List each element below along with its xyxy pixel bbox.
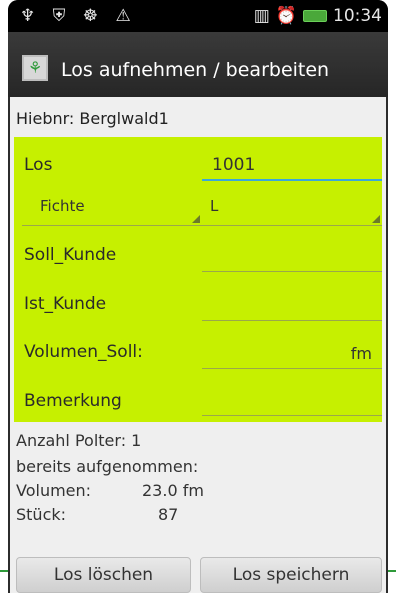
volumen-soll-input[interactable]: fm [202,338,382,369]
species-value: Fichte [40,197,85,215]
stueck-label: Stück: [16,505,67,524]
bereits-aufgenommen: bereits aufgenommen: [16,457,199,476]
main-content: Hiebnr: Berglwald1 Los 1001 Fichte L Sol… [10,97,386,593]
battery-icon [303,10,327,22]
status-right: ▥ ⏰ 10:34 [254,6,382,26]
form-panel: Los 1001 Fichte L Soll_Kunde Ist_Kunde V… [14,137,382,422]
volumen-label: Volumen: [16,481,92,500]
los-value: 1001 [212,155,256,175]
phone-frame: ♆ ⛨ ☸ ⚠ ▥ ⏰ 10:34 ⚘ Los aufnehmen / bear… [8,0,388,593]
los-row: Los 1001 [14,141,382,189]
hiebnr-label: Hiebnr: Berglwald1 [16,109,169,128]
los-input[interactable]: 1001 [202,149,382,181]
soll-kunde-input[interactable] [202,241,382,272]
ist-kunde-row: Ist_Kunde [14,282,382,330]
volumen-value: 23.0 fm [142,481,204,500]
notification-icons: ♆ ⛨ ☸ ⚠ [20,6,137,26]
alarm-icon: ⏰ [275,6,297,26]
ist-kunde-input[interactable] [202,290,382,321]
class-value: L [210,197,219,215]
dropdown-arrow-icon [372,215,380,223]
bemerkung-row: Bemerkung [14,377,382,425]
clock: 10:34 [333,6,382,26]
ist-kunde-label: Ist_Kunde [24,294,107,314]
stueck-value: 87 [158,505,179,524]
action-bar: ⚘ Los aufnehmen / bearbeiten [8,32,388,97]
tree-icon: ⚘ [22,55,48,81]
signal-icon: ▥ [253,6,270,26]
delete-los-button[interactable]: Los löschen [16,557,191,593]
soll-kunde-row: Soll_Kunde [14,233,382,281]
save-los-button[interactable]: Los speichern [200,557,382,593]
volumen-soll-label: Volumen_Soll: [24,342,143,362]
bemerkung-input[interactable] [202,385,382,416]
dropdown-arrow-icon [192,215,200,223]
soll-kunde-label: Soll_Kunde [24,245,117,265]
volumen-soll-unit: fm [350,344,372,363]
screen: ♆ ⛨ ☸ ⚠ ▥ ⏰ 10:34 ⚘ Los aufnehmen / bear… [0,0,396,593]
anzahl-polter: Anzahl Polter: 1 [16,431,142,450]
los-label: Los [24,155,53,175]
species-spinner[interactable]: Fichte [22,193,202,226]
class-spinner[interactable]: L [202,193,382,226]
app-title: Los aufnehmen / bearbeiten [61,59,330,81]
status-bar: ♆ ⛨ ☸ ⚠ ▥ ⏰ 10:34 [8,0,388,32]
bemerkung-label: Bemerkung [24,391,122,411]
volumen-soll-row: Volumen_Soll: fm [14,330,382,378]
